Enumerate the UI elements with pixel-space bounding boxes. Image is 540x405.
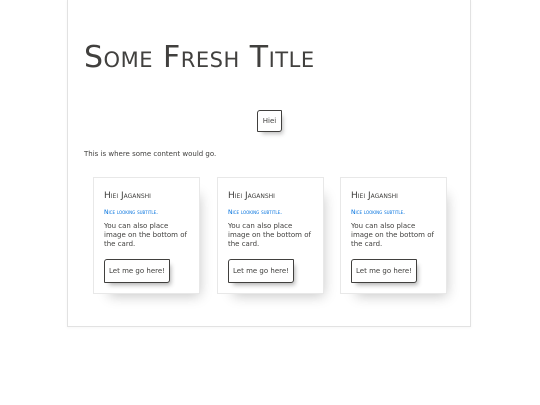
hiei-button[interactable]: Hiei — [257, 110, 282, 132]
card: Hiei Jaganshi Nice looking subtitle. You… — [93, 177, 200, 294]
card-subtitle: Nice looking subtitle. — [351, 209, 406, 216]
card-text: You can also place image on the bottom o… — [351, 222, 434, 248]
card-title: Hiei Jaganshi — [228, 191, 275, 201]
card-text: You can also place image on the bottom o… — [228, 222, 311, 248]
card-action-button[interactable]: Let me go here! — [228, 259, 294, 283]
card-subtitle: Nice looking subtitle. — [228, 209, 283, 216]
card-action-button[interactable]: Let me go here! — [104, 259, 170, 283]
content-text: This is where some content would go. — [84, 150, 217, 158]
card: Hiei Jaganshi Nice looking subtitle. You… — [340, 177, 447, 294]
card-title: Hiei Jaganshi — [104, 191, 151, 201]
card-text: You can also place image on the bottom o… — [104, 222, 187, 248]
card: Hiei Jaganshi Nice looking subtitle. You… — [217, 177, 324, 294]
card-title: Hiei Jaganshi — [351, 191, 398, 201]
card-subtitle: Nice looking subtitle. — [104, 209, 159, 216]
card-action-button[interactable]: Let me go here! — [351, 259, 417, 283]
page-title: Some Fresh Title — [84, 40, 315, 75]
